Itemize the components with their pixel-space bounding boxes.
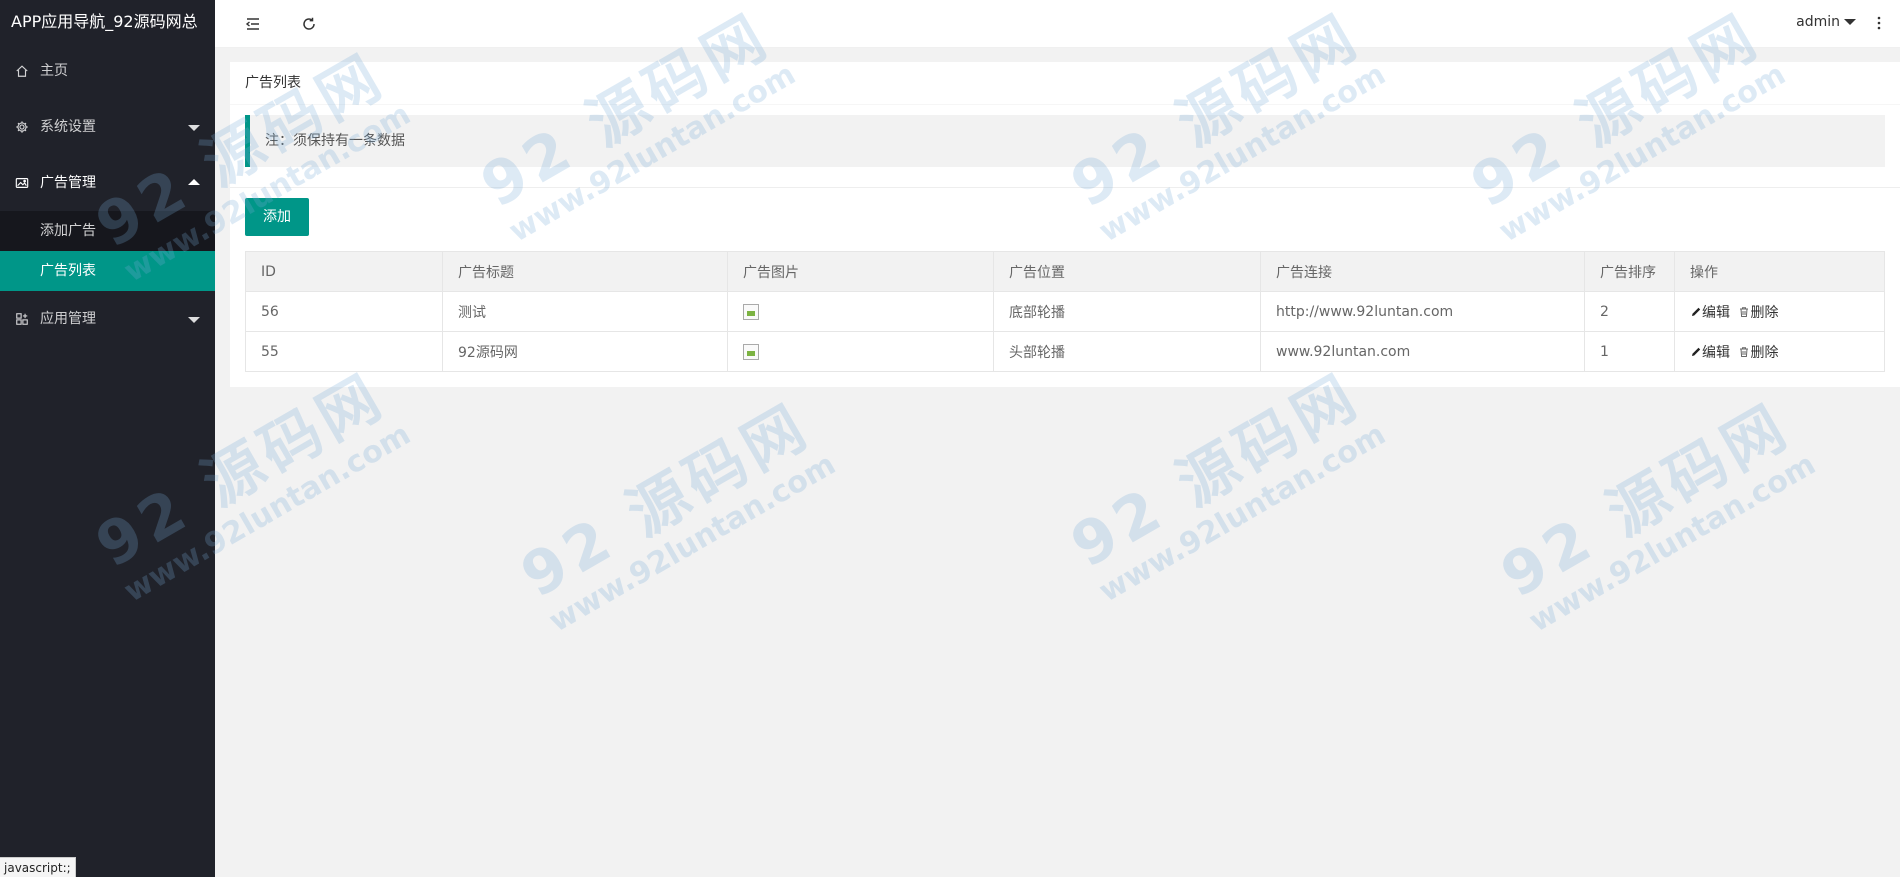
cell-image — [727, 331, 994, 372]
cell-title: 测试 — [442, 291, 728, 332]
chevron-down-icon — [188, 125, 200, 131]
column-header-sort[interactable]: 广告排序 — [1584, 251, 1675, 292]
table-row: 56 测试 底部轮播 http://www.92luntan.com 2 编辑 … — [245, 291, 1885, 332]
image-icon — [15, 155, 29, 211]
cell-sort: 1 — [1584, 331, 1675, 372]
cell-id: 56 — [245, 291, 443, 332]
sidebar-item-ad-management[interactable]: 广告管理 — [0, 155, 215, 211]
column-header-actions: 操作 — [1674, 251, 1885, 292]
refresh-button[interactable] — [289, 0, 329, 48]
cell-position: 底部轮播 — [993, 291, 1261, 332]
ad-table: ID 广告标题 广告图片 广告位置 广告连接 广告排序 操作 56 测试 底部轮… — [245, 251, 1885, 372]
apps-icon — [15, 291, 29, 347]
home-icon — [15, 43, 29, 99]
cell-image — [727, 291, 994, 332]
cell-title: 92源码网 — [442, 331, 728, 372]
more-vertical-icon — [1877, 16, 1881, 29]
sidebar-item-ad-list[interactable]: 广告列表 — [0, 251, 215, 291]
trash-icon — [1740, 306, 1749, 317]
cell-sort: 2 — [1584, 291, 1675, 332]
more-options-button[interactable] — [1864, 0, 1894, 45]
username: admin — [1796, 14, 1840, 30]
edit-button[interactable]: 编辑 — [1690, 345, 1734, 361]
delete-label: 删除 — [1750, 344, 1779, 361]
delete-label: 删除 — [1750, 304, 1779, 321]
chevron-up-icon — [188, 179, 200, 185]
pencil-icon — [1692, 307, 1701, 316]
indent-icon — [245, 18, 259, 30]
sidebar-item-app-management[interactable]: 应用管理 — [0, 291, 215, 347]
chevron-down-icon — [188, 317, 200, 323]
column-header-id[interactable]: ID — [245, 251, 443, 292]
column-header-image[interactable]: 广告图片 — [727, 251, 994, 292]
broken-image-icon — [743, 303, 759, 320]
edit-label: 编辑 — [1702, 304, 1730, 321]
sidebar-item-add-ad[interactable]: 添加广告 — [0, 211, 215, 251]
sidebar-item-label: 主页 — [40, 63, 68, 79]
column-header-title[interactable]: 广告标题 — [442, 251, 728, 292]
delete-button[interactable]: 删除 — [1738, 345, 1778, 361]
watermark: 92 源码网 www.92luntan.com — [509, 390, 842, 640]
ad-list-card: 广告列表 注：须保持有一条数据 添加 ID 广告标题 广告图片 广告位置 广告连… — [230, 62, 1900, 387]
column-header-link[interactable]: 广告连接 — [1260, 251, 1585, 292]
cell-actions: 编辑 删除 — [1674, 331, 1885, 372]
app-logo-title[interactable]: APP应用导航_92源码网总 — [0, 0, 215, 43]
sidebar: APP应用导航_92源码网总 主页 系统设置 广告管理 添加广告 广告列表 应用… — [0, 0, 215, 877]
cell-link: www.92luntan.com — [1260, 331, 1585, 372]
cell-position: 头部轮播 — [993, 331, 1261, 372]
page-title: 广告列表 — [230, 62, 1900, 105]
sidebar-item-home[interactable]: 主页 — [0, 43, 215, 99]
pencil-icon — [1692, 347, 1701, 356]
browser-status-bar: javascript:; — [0, 857, 76, 877]
sidebar-item-label: 应用管理 — [40, 311, 96, 327]
sidebar-item-system-settings[interactable]: 系统设置 — [0, 99, 215, 155]
table-header-row: ID 广告标题 广告图片 广告位置 广告连接 广告排序 操作 — [245, 251, 1885, 292]
user-menu[interactable]: admin — [1796, 0, 1856, 45]
add-ad-button[interactable]: 添加 — [245, 198, 309, 236]
cell-id: 55 — [245, 331, 443, 372]
sidebar-item-label: 系统设置 — [40, 119, 96, 135]
broken-image-icon — [743, 343, 759, 360]
top-header: admin — [215, 0, 1900, 48]
edit-label: 编辑 — [1702, 344, 1730, 361]
watermark: 92 源码网 www.92luntan.com — [1489, 390, 1822, 640]
sidebar-item-label: 广告管理 — [40, 175, 96, 191]
column-header-position[interactable]: 广告位置 — [993, 251, 1261, 292]
cell-actions: 编辑 删除 — [1674, 291, 1885, 332]
divider — [230, 187, 1900, 188]
delete-button[interactable]: 删除 — [1738, 305, 1778, 321]
collapse-sidebar-button[interactable] — [233, 0, 273, 48]
ad-management-submenu: 添加广告 广告列表 — [0, 211, 215, 291]
cell-link: http://www.92luntan.com — [1260, 291, 1585, 332]
refresh-icon — [303, 17, 315, 30]
edit-button[interactable]: 编辑 — [1690, 305, 1734, 321]
gear-icon — [15, 99, 29, 155]
table-row: 55 92源码网 头部轮播 www.92luntan.com 1 编辑 删除 — [245, 331, 1885, 372]
notice-message: 注：须保持有一条数据 — [245, 115, 1885, 167]
trash-icon — [1740, 346, 1749, 357]
